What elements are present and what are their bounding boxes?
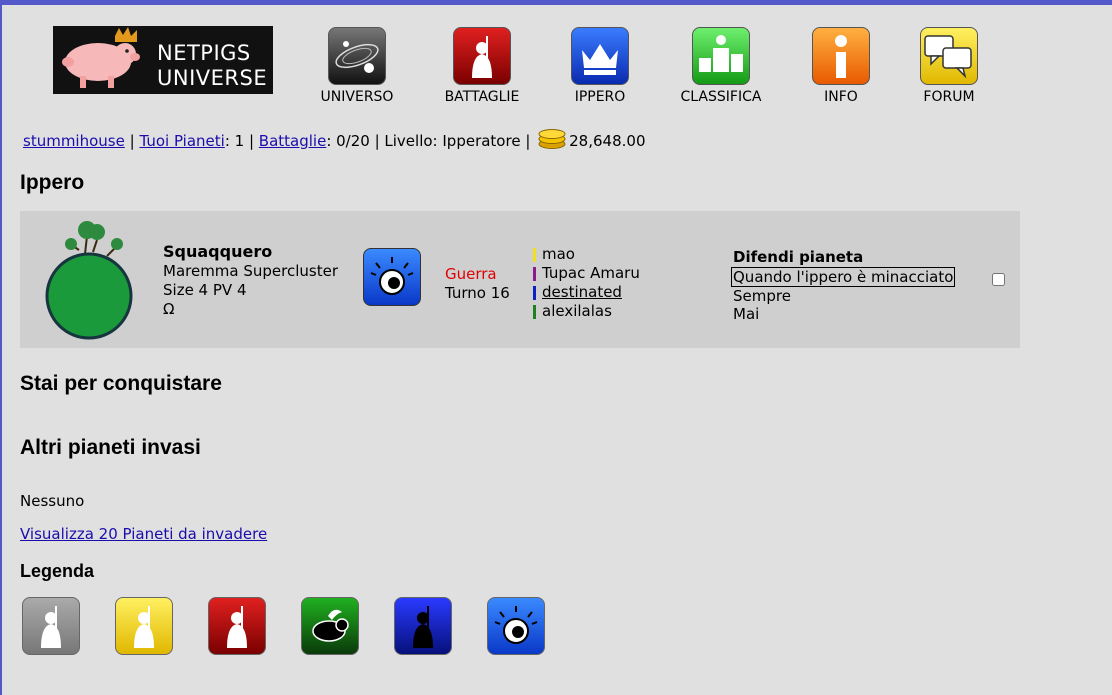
defend-title: Difendi pianeta: [733, 248, 864, 266]
player-entry: alexilalas: [533, 302, 640, 321]
player-list: mao Tupac Amaru destinated alexilalas: [533, 245, 640, 321]
player-name: alexilalas: [542, 302, 612, 320]
section-title-conquering: Stai per conquistare: [20, 372, 222, 395]
defend-option-never[interactable]: Mai: [733, 305, 955, 323]
username-link[interactable]: stummihouse: [23, 132, 125, 150]
nav-ippero[interactable]: IPPERO: [545, 27, 655, 105]
nav-label: INFO: [824, 89, 858, 105]
legend-eye-icon: [487, 597, 545, 655]
nav-forum[interactable]: FORUM: [894, 27, 1004, 105]
player-entry: Tupac Amaru: [533, 264, 640, 283]
defend-option-threatened[interactable]: Quando l'ippero è minacciato: [731, 267, 956, 287]
planet-symbol: Ω: [163, 300, 175, 318]
coins-icon: [538, 129, 566, 149]
coins-amount: 28,648.00: [569, 132, 646, 150]
legend-neutral-icon: [22, 597, 80, 655]
logo-text-bottom: UNIVERSE: [157, 66, 268, 90]
player-name: mao: [542, 245, 575, 263]
planet-name: Squaqquero: [163, 242, 273, 261]
planet-stats: Size 4 PV 4: [163, 281, 247, 299]
eye-icon[interactable]: [363, 248, 421, 306]
nav-label: FORUM: [923, 89, 975, 105]
turn-counter: Turno 16: [445, 284, 510, 302]
defend-checkbox[interactable]: [992, 273, 1005, 286]
battles-link[interactable]: Battaglie: [259, 132, 327, 150]
logo-text-top: NETPIGS: [157, 41, 251, 65]
legend-yellow-icon: [115, 597, 173, 655]
crown-icon: [571, 27, 629, 85]
nav-label: BATTAGLIE: [444, 89, 520, 105]
forum-icon: [920, 27, 978, 85]
nav-label: CLASSIFICA: [680, 89, 762, 105]
nav-label: IPPERO: [574, 89, 626, 105]
section-title-invaded: Altri pianeti invasi: [20, 436, 201, 459]
defend-options: Difendi pianeta Quando l'ippero è minacc…: [731, 248, 956, 323]
planets-count: : 1 |: [224, 132, 259, 150]
planets-link[interactable]: Tuoi Pianeti: [139, 132, 224, 150]
legend-title: Legenda: [20, 561, 95, 581]
player-name: Tupac Amaru: [542, 264, 640, 282]
legend-war-icon: [208, 597, 266, 655]
status-bar: stummihouse | Tuoi Pianeti: 1 | Battagli…: [23, 127, 645, 150]
planet-icon: [45, 221, 133, 340]
view-planets-link[interactable]: Visualizza 20 Pianeti da invadere: [20, 525, 267, 543]
netpigs-logo[interactable]: NETPIGS UNIVERSE: [53, 26, 273, 94]
no-invaded-text: Nessuno: [20, 492, 85, 510]
player-entry: mao: [533, 245, 640, 264]
planet-card: Squaqquero Maremma Supercluster Size 4 P…: [20, 211, 1020, 348]
battle-icon: [453, 27, 511, 85]
defend-option-always[interactable]: Sempre: [733, 287, 955, 305]
nav-universo[interactable]: UNIVERSO: [302, 27, 412, 105]
player-link[interactable]: destinated: [542, 283, 622, 301]
nav-battaglie[interactable]: BATTAGLIE: [427, 27, 537, 105]
legend-pig-icon: [301, 597, 359, 655]
nav-info[interactable]: INFO: [786, 27, 896, 105]
universe-icon: [328, 27, 386, 85]
war-status: Guerra: [445, 265, 497, 283]
section-title-ippero: Ippero: [20, 171, 85, 194]
nav-label: UNIVERSO: [320, 89, 394, 105]
player-entry[interactable]: destinated: [533, 283, 640, 302]
status-sep: |: [124, 132, 140, 150]
legend-blue-icon: [394, 597, 452, 655]
nav-classifica[interactable]: CLASSIFICA: [666, 27, 776, 105]
ranking-icon: [692, 27, 750, 85]
pig-icon: [62, 27, 140, 88]
planet-cluster: Maremma Supercluster: [163, 262, 339, 280]
info-icon: [812, 27, 870, 85]
battles-count: : 0/20 | Livello: Ipperatore |: [326, 132, 536, 150]
